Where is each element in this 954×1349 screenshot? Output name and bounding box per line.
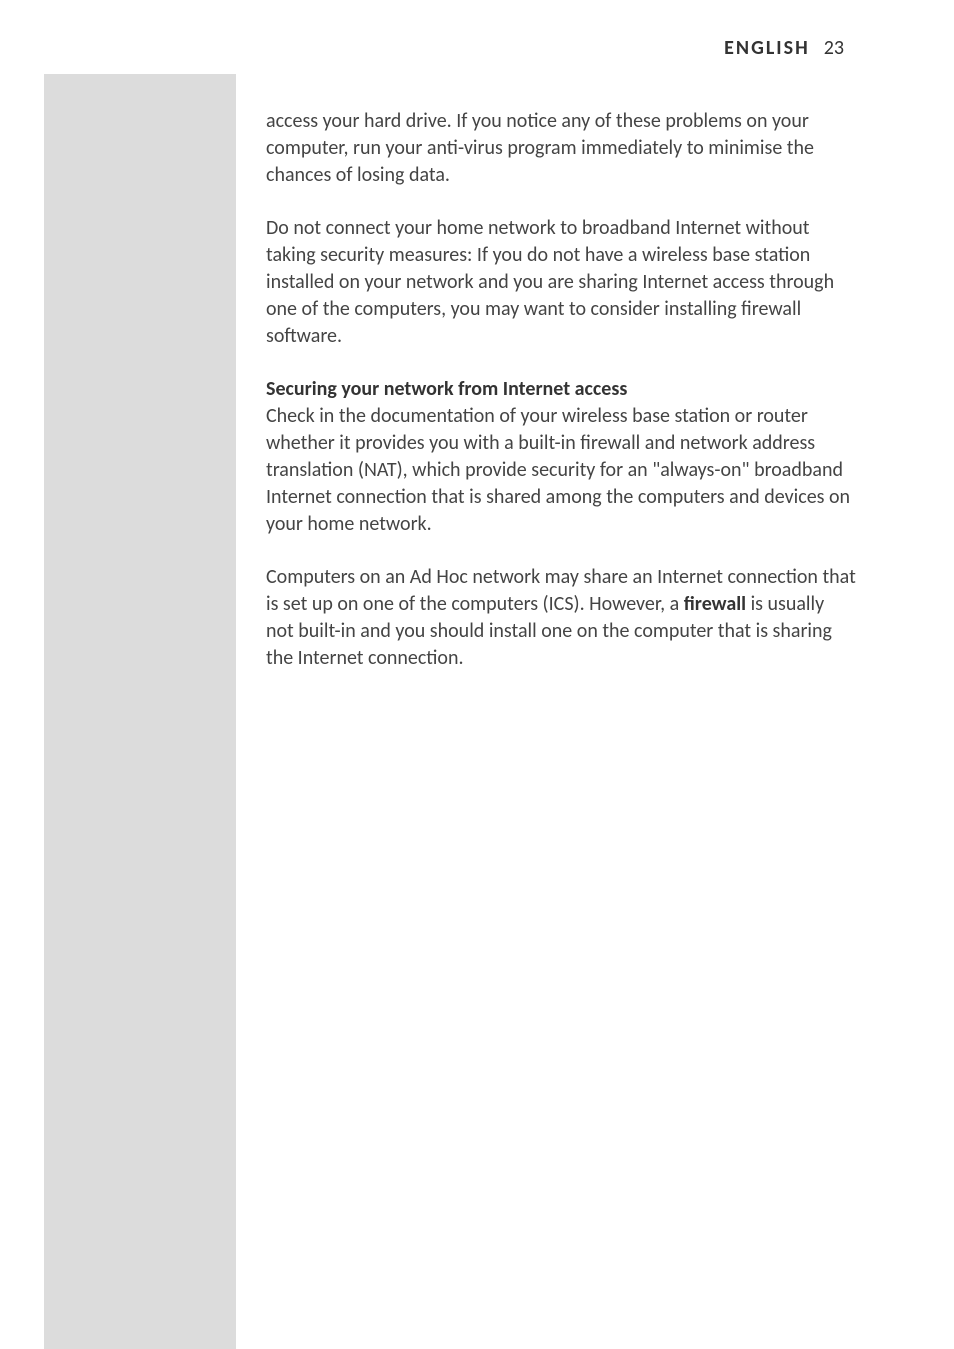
section-heading: Securing your network from Internet acce…: [266, 377, 627, 401]
paragraph-heading-block: Securing your network from Internet acce…: [266, 376, 856, 538]
paragraph-3: Check in the documentation of your wirel…: [266, 404, 850, 536]
paragraph-1: access your hard drive. If you notice an…: [266, 108, 856, 189]
language-label: ENGLISH: [724, 36, 810, 60]
sidebar-column: [44, 74, 236, 1349]
paragraph-4: Computers on an Ad Hoc network may share…: [266, 564, 856, 672]
page-number: 23: [824, 36, 844, 60]
paragraph-2: Do not connect your home network to broa…: [266, 215, 856, 350]
main-content: access your hard drive. If you notice an…: [266, 108, 856, 672]
page-header: ENGLISH 23: [724, 36, 844, 60]
firewall-bold: firewall: [684, 592, 746, 616]
